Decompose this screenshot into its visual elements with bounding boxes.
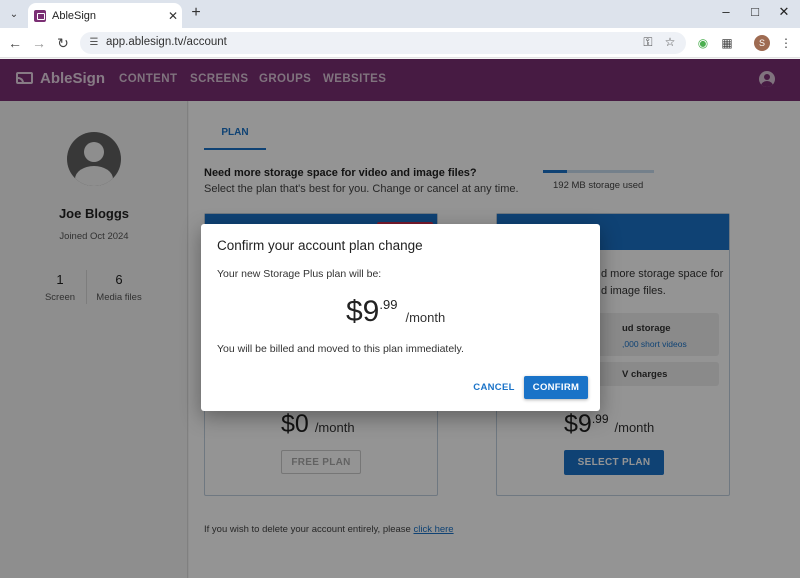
dialog-plan-line: Your new Storage Plus plan will be: — [217, 268, 382, 280]
profile-avatar[interactable]: S — [754, 35, 770, 51]
arrow-left-icon[interactable]: ← — [5, 33, 25, 53]
plus-icon[interactable]: + — [187, 4, 205, 22]
arrow-right-icon[interactable]: → — [29, 33, 49, 53]
url-text[interactable]: app.ablesign.tv/account — [106, 36, 227, 48]
star-icon[interactable]: ☆ — [662, 35, 678, 49]
chevron-down-icon[interactable]: ⌄ — [5, 5, 23, 23]
puzzle-icon[interactable]: ▦ — [718, 34, 736, 52]
browser-tabstrip: ⌄ AbleSign ✕ + – □ ✕ — [0, 0, 800, 28]
tune-icon[interactable]: ☰ — [88, 37, 100, 49]
minimize-icon[interactable]: – — [716, 4, 736, 19]
maximize-icon[interactable]: □ — [745, 4, 765, 19]
kebab-menu-icon[interactable]: ⋮ — [777, 34, 795, 52]
cancel-button[interactable]: CANCEL — [471, 376, 517, 398]
close-icon[interactable]: ✕ — [164, 9, 182, 23]
confirm-plan-dialog: Confirm your account plan change Your ne… — [201, 224, 600, 411]
window-close-icon[interactable]: ✕ — [774, 4, 794, 20]
reload-icon[interactable]: ↻ — [53, 33, 73, 53]
browser-toolbar: ← → ↻ ☰ app.ablesign.tv/account ⚿ ☆ ◉ ▦ … — [0, 28, 800, 58]
ablesign-favicon-icon — [34, 9, 46, 22]
key-icon[interactable]: ⚿ — [640, 35, 656, 50]
price-value: $9 — [346, 295, 380, 328]
address-bar[interactable]: ☰ app.ablesign.tv/account ⚿ ☆ — [80, 32, 686, 54]
extension-icon[interactable]: ◉ — [694, 34, 712, 52]
tab-title: AbleSign — [52, 9, 97, 22]
browser-tab[interactable]: AbleSign ✕ — [28, 3, 182, 28]
dialog-price: $9 .99 /month — [346, 295, 445, 329]
confirm-button[interactable]: CONFIRM — [524, 376, 588, 399]
dialog-title: Confirm your account plan change — [217, 238, 423, 253]
price-unit: /month — [405, 310, 446, 325]
dialog-billing-note: You will be billed and moved to this pla… — [217, 343, 464, 355]
price-cents: .99 — [379, 297, 398, 312]
